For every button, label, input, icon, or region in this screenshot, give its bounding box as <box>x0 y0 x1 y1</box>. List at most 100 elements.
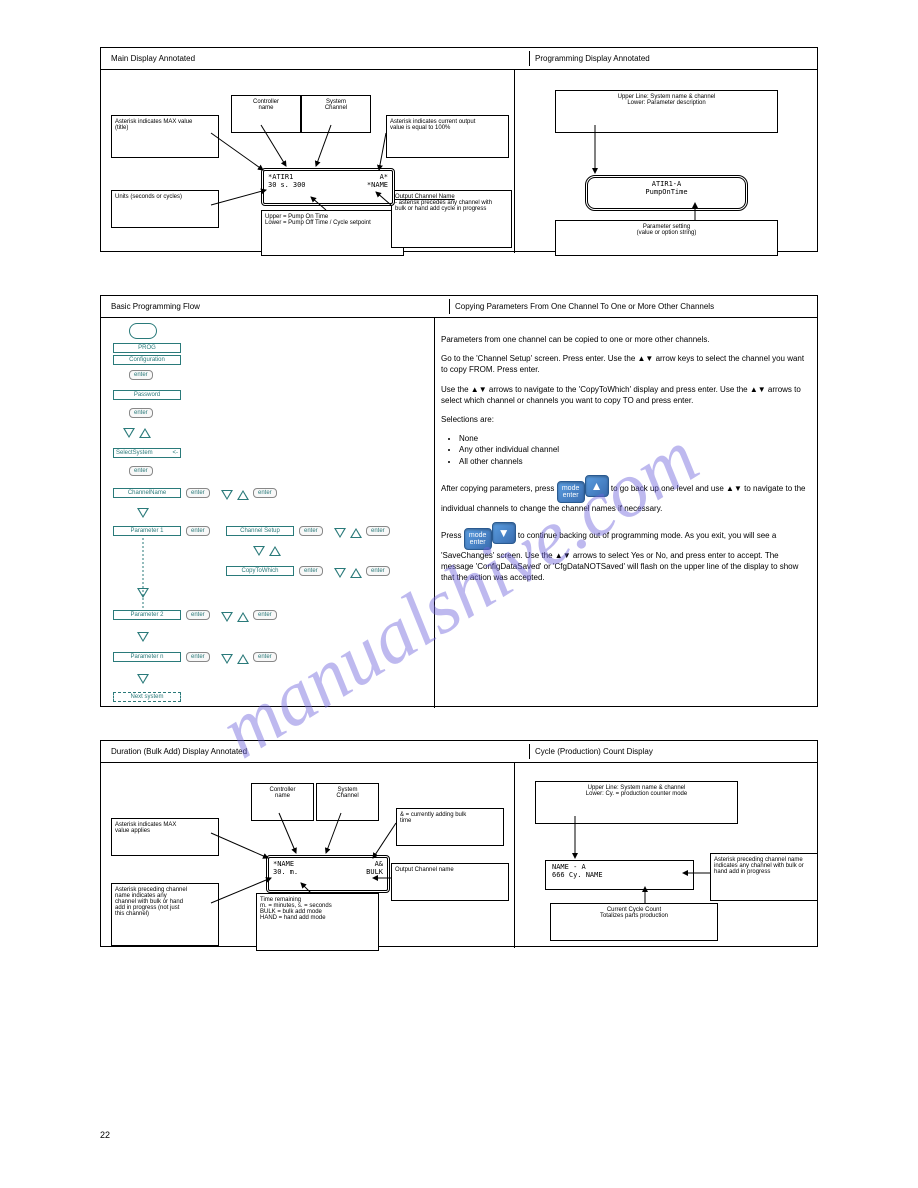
s2-li3: All other channels <box>459 456 809 467</box>
s3-dr: A& <box>375 860 383 868</box>
s3-br: Output Channel name <box>395 867 505 873</box>
sec1-title-left: Main Display Annotated <box>106 51 530 66</box>
s3-tcb: name <box>255 793 310 799</box>
s1-dr: A* <box>380 173 388 181</box>
fc-e2: enter <box>129 408 153 418</box>
s3-db1: 30. <box>273 868 286 876</box>
s3-db3: BULK <box>366 868 383 876</box>
down-key-icon: ▼ <box>492 522 516 544</box>
s2-p5a: After copying parameters, press <box>441 484 557 493</box>
fc-prog: PROG <box>113 343 181 353</box>
tri-icon <box>237 490 249 500</box>
fc-p1: Parameter 1 <box>113 526 181 536</box>
fc-pn: Parameter n <box>113 652 181 662</box>
s3r-mrc: hand add in progress <box>714 869 814 875</box>
s1-tc2b: Channel <box>305 105 367 111</box>
s1r-m2: PumpOnTime <box>594 188 739 196</box>
fc-e7: enter <box>186 610 210 620</box>
fc-e4: enter <box>186 488 210 498</box>
sec1-title-right: Programming Display Annotated <box>530 51 812 66</box>
tri-icon <box>237 654 249 664</box>
tri-icon <box>269 546 281 556</box>
mode-enter-key-icon: modeenter <box>557 481 585 503</box>
s3r-m2: 666 Cy. NAME <box>552 871 687 879</box>
sec2-title-right: Copying Parameters From One Channel To O… <box>450 299 812 314</box>
s2-p2a: Go to the 'Channel Setup' screen. Press … <box>441 354 638 363</box>
fc-config: Configuration <box>113 355 181 365</box>
fc-e8: enter <box>186 652 210 662</box>
s2-li1: None <box>459 433 809 444</box>
fc-e6b: enter <box>366 566 390 576</box>
s3r-bb: Totalizes parts production <box>554 913 714 919</box>
fc-e3: enter <box>129 466 153 476</box>
s1-db3: 300 <box>293 181 306 189</box>
fc-p2: Parameter 2 <box>113 610 181 620</box>
tri-icon <box>350 568 362 578</box>
fc-ch: ChannelName <box>113 488 181 498</box>
s1-bcb: Lower = Pump Off Time / Cycle setpoint <box>265 220 400 226</box>
sec3-title-right: Cycle (Production) Count Display <box>530 744 812 759</box>
s2-p4: Selections are: <box>441 414 809 425</box>
fc-e5: enter <box>186 526 210 536</box>
tri-icon <box>137 674 149 684</box>
s2-p6a: Press <box>441 531 464 540</box>
s1-db4: *NAME <box>367 181 388 189</box>
tri-icon <box>253 546 265 556</box>
s3r-m1: NAME - A <box>552 863 687 871</box>
tri-icon <box>334 528 346 538</box>
s3-db2: m. <box>290 868 298 876</box>
fc-e8b: enter <box>253 652 277 662</box>
sec3-title-left: Duration (Bulk Add) Display Annotated <box>106 744 530 759</box>
s3-ble: this channel) <box>115 911 215 917</box>
tri-icon <box>334 568 346 578</box>
up-key-icon: ▲ <box>585 475 609 497</box>
fc-e5b: enter <box>299 526 323 536</box>
fc-cw: CopyToWhich <box>226 566 294 576</box>
tri-icon <box>221 490 233 500</box>
s3-dl: *NAME <box>273 860 294 868</box>
tri-icon <box>221 654 233 664</box>
fc-sel: SelectSystem <box>116 450 153 456</box>
tri-icon <box>139 428 151 438</box>
fc-e4b: enter <box>253 488 277 498</box>
page-number: 22 <box>100 1130 110 1140</box>
fc-e7b: enter <box>253 610 277 620</box>
s3-tc2b: Channel <box>320 793 375 799</box>
tri-icon <box>137 632 149 642</box>
fc-start <box>129 323 157 339</box>
s3-tlb: value applies <box>115 828 215 834</box>
s2-li2: Any other individual channel <box>459 444 809 455</box>
s1-brb: bulk or hand add cycle in progress <box>395 206 508 212</box>
tri-icon <box>137 588 149 598</box>
s2-p3a: Use the <box>441 385 471 394</box>
s2-p5b: to go back up one level and use <box>611 484 726 493</box>
s1-tl1b: (title) <box>115 125 215 131</box>
mode-enter-key-icon: modeenter <box>464 528 492 550</box>
fc-cs: Channel Setup <box>226 526 294 536</box>
fc-e6: enter <box>299 566 323 576</box>
s3-trb: time <box>400 818 500 824</box>
s1-db1: 30 <box>268 181 276 189</box>
s1-tc1b: name <box>235 105 297 111</box>
s3r-tb: Lower: Cy. = production counter mode <box>539 791 734 797</box>
tri-icon <box>137 508 149 518</box>
s1r-m1: ATIR1-A <box>594 180 739 188</box>
s2-p1: Parameters from one channel can be copie… <box>441 334 809 345</box>
s1-bl: Units (seconds or cycles) <box>115 194 215 200</box>
tri-icon <box>221 612 233 622</box>
fc-selr: <- <box>172 450 178 456</box>
s2-p3b: arrows to navigate to the 'CopyToWhich' … <box>487 385 750 394</box>
s1-tr1b: value is equal to 100% <box>390 125 505 131</box>
s1r-tb: Lower: Parameter description <box>559 100 774 106</box>
s1-db2: s. <box>280 181 288 189</box>
s1-dl: *ATIR1 <box>268 173 293 181</box>
tri-icon <box>123 428 135 438</box>
fc-ns: Next system <box>113 692 181 702</box>
fc-e5c: enter <box>366 526 390 536</box>
tri-icon <box>237 612 249 622</box>
fc-pw: Password <box>113 390 181 400</box>
tri-icon <box>350 528 362 538</box>
s1r-bb: (value or option string) <box>559 230 774 236</box>
s3-bcd: HAND = hand add mode <box>260 915 375 921</box>
sec2-title-left: Basic Programming Flow <box>106 299 450 314</box>
